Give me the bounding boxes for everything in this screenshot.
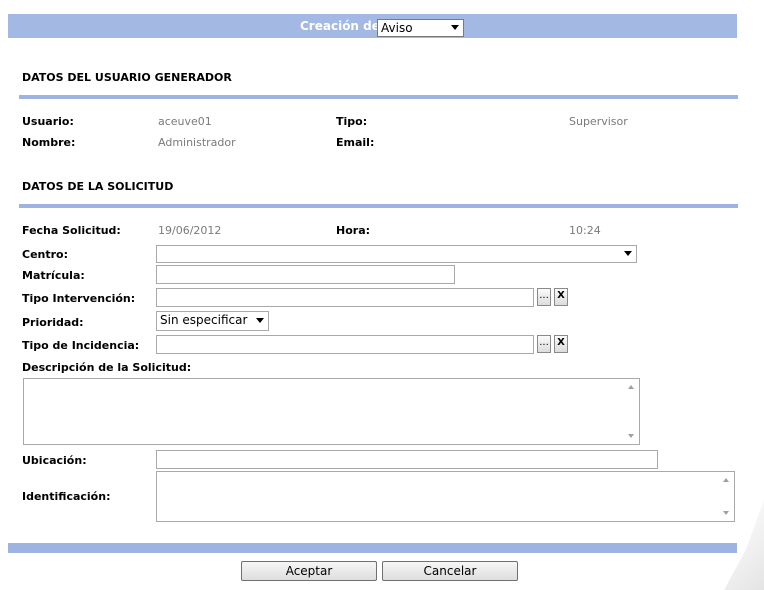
email-label: Email: [336, 136, 375, 149]
footer-bar [8, 543, 737, 553]
fecha-label: Fecha Solicitud: [22, 224, 121, 237]
hora-value: 10:24 [569, 224, 601, 237]
tipo-incidencia-label: Tipo de Incidencia: [22, 339, 140, 352]
chevron-down-icon [256, 318, 264, 323]
usuario-label: Usuario: [22, 115, 74, 128]
type-select[interactable]: Aviso [377, 19, 464, 37]
scroll-up-icon[interactable] [628, 385, 634, 389]
tipo-value: Supervisor [569, 115, 628, 128]
descripcion-textarea[interactable] [23, 378, 640, 445]
cancelar-button[interactable]: Cancelar [382, 561, 518, 581]
nombre-label: Nombre: [22, 136, 76, 149]
section-divider [19, 95, 738, 99]
tipo-incidencia-clear-button[interactable]: X [554, 335, 568, 353]
fecha-value: 19/06/2012 [158, 224, 222, 237]
header-title: Creación de [300, 19, 380, 33]
matricula-label: Matrícula: [22, 269, 85, 282]
prioridad-select-value: Sin especificar [160, 313, 248, 327]
aceptar-button[interactable]: Aceptar [241, 561, 377, 581]
identificacion-label: Identificación: [22, 490, 111, 503]
tipo-intervencion-clear-button[interactable]: X [554, 288, 568, 306]
nombre-value: Administrador [158, 136, 236, 149]
prioridad-label: Prioridad: [22, 316, 84, 329]
scroll-up-icon[interactable] [723, 478, 729, 482]
matricula-input[interactable] [156, 265, 455, 284]
ubicacion-label: Ubicación: [22, 454, 87, 467]
tipo-label: Tipo: [336, 115, 368, 128]
type-select-value: Aviso [381, 21, 413, 35]
tipo-intervencion-browse-button[interactable]: ... [537, 288, 551, 306]
descripcion-scrollbar[interactable] [623, 379, 639, 444]
scroll-down-icon[interactable] [723, 511, 729, 515]
identificacion-textarea[interactable] [156, 471, 735, 522]
chevron-down-icon [624, 251, 632, 256]
ubicacion-input[interactable] [156, 450, 658, 469]
usuario-section-title: DATOS DEL USUARIO GENERADOR [22, 71, 232, 84]
prioridad-select[interactable]: Sin especificar [156, 311, 269, 331]
identificacion-scrollbar[interactable] [718, 472, 734, 521]
centro-label: Centro: [22, 248, 69, 261]
descripcion-label: Descripción de la Solicitud: [22, 361, 192, 374]
tipo-incidencia-browse-button[interactable]: ... [537, 335, 551, 353]
chevron-down-icon [451, 25, 459, 30]
solicitud-section-title: DATOS DE LA SOLICITUD [22, 180, 174, 193]
scroll-down-icon[interactable] [628, 434, 634, 438]
usuario-value: aceuve01 [158, 115, 212, 128]
tipo-incidencia-input[interactable] [156, 335, 534, 354]
hora-label: Hora: [336, 224, 371, 237]
centro-select[interactable] [156, 245, 637, 263]
tipo-intervencion-input[interactable] [156, 288, 534, 307]
tipo-intervencion-label: Tipo Intervención: [22, 292, 136, 305]
section-divider [19, 204, 738, 208]
